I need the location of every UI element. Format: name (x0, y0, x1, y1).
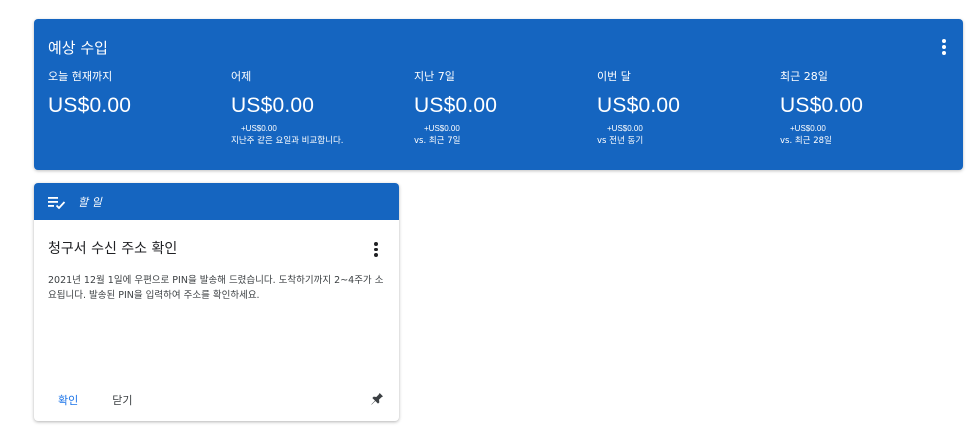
metric-delta: +US$0.00 (241, 124, 277, 133)
metric-delta: +US$0.00 (424, 124, 460, 133)
metric-value: US$0.00 (597, 94, 681, 117)
estimated-earnings-card: 예상 수입 오늘 현재까지 US$0.00 어제 US$0.00 +US$0.0… (34, 19, 963, 170)
confirm-button[interactable]: 확인 (58, 392, 78, 408)
metric-value: US$0.00 (231, 94, 315, 117)
pin-icon[interactable] (369, 391, 385, 407)
more-vert-icon[interactable] (939, 39, 949, 57)
metric-this-month: 이번 달 US$0.00 +US$0.00 vs 전년 동기 (597, 68, 767, 146)
todo-description: 2021년 12월 1일에 우편으로 PIN을 발송해 드렸습니다. 도착하기까… (48, 275, 384, 301)
close-button[interactable]: 닫기 (112, 392, 132, 408)
metric-label: 이번 달 (597, 70, 631, 83)
checklist-icon (48, 196, 66, 209)
metric-last-28-days: 최근 28일 US$0.00 +US$0.00 vs. 최근 28일 (780, 68, 950, 146)
metric-yesterday: 어제 US$0.00 +US$0.00 지난주 같은 요일과 비교합니다. (231, 68, 401, 146)
metric-note: vs. 최근 7일 (414, 136, 461, 146)
metric-note: vs. 최근 28일 (780, 136, 832, 146)
todo-body: 청구서 수신 주소 확인 2021년 12월 1일에 우편으로 PIN을 발송해… (34, 220, 399, 303)
metric-label: 최근 28일 (780, 70, 828, 83)
metric-delta: +US$0.00 (607, 124, 643, 133)
todo-card: 할 일 청구서 수신 주소 확인 2021년 12월 1일에 우편으로 PIN을… (34, 183, 399, 421)
metric-label: 오늘 현재까지 (48, 70, 113, 83)
metric-today: 오늘 현재까지 US$0.00 (48, 68, 218, 118)
metric-note: 지난주 같은 요일과 비교합니다. (231, 136, 344, 146)
metric-value: US$0.00 (48, 94, 132, 117)
todo-actions: 확인 닫기 (34, 379, 399, 421)
todo-header-label: 할 일 (78, 195, 102, 209)
todo-header: 할 일 (34, 183, 399, 220)
more-vert-icon[interactable] (373, 242, 379, 258)
metric-note: vs 전년 동기 (597, 136, 644, 146)
metric-label: 지난 7일 (414, 70, 455, 83)
earnings-title: 예상 수입 (48, 39, 108, 57)
metric-value: US$0.00 (780, 94, 864, 117)
metric-last-7-days: 지난 7일 US$0.00 +US$0.00 vs. 최근 7일 (414, 68, 584, 146)
metric-delta: +US$0.00 (790, 124, 826, 133)
todo-title: 청구서 수신 주소 확인 (48, 241, 178, 257)
metric-label: 어제 (231, 70, 252, 83)
metric-value: US$0.00 (414, 94, 498, 117)
